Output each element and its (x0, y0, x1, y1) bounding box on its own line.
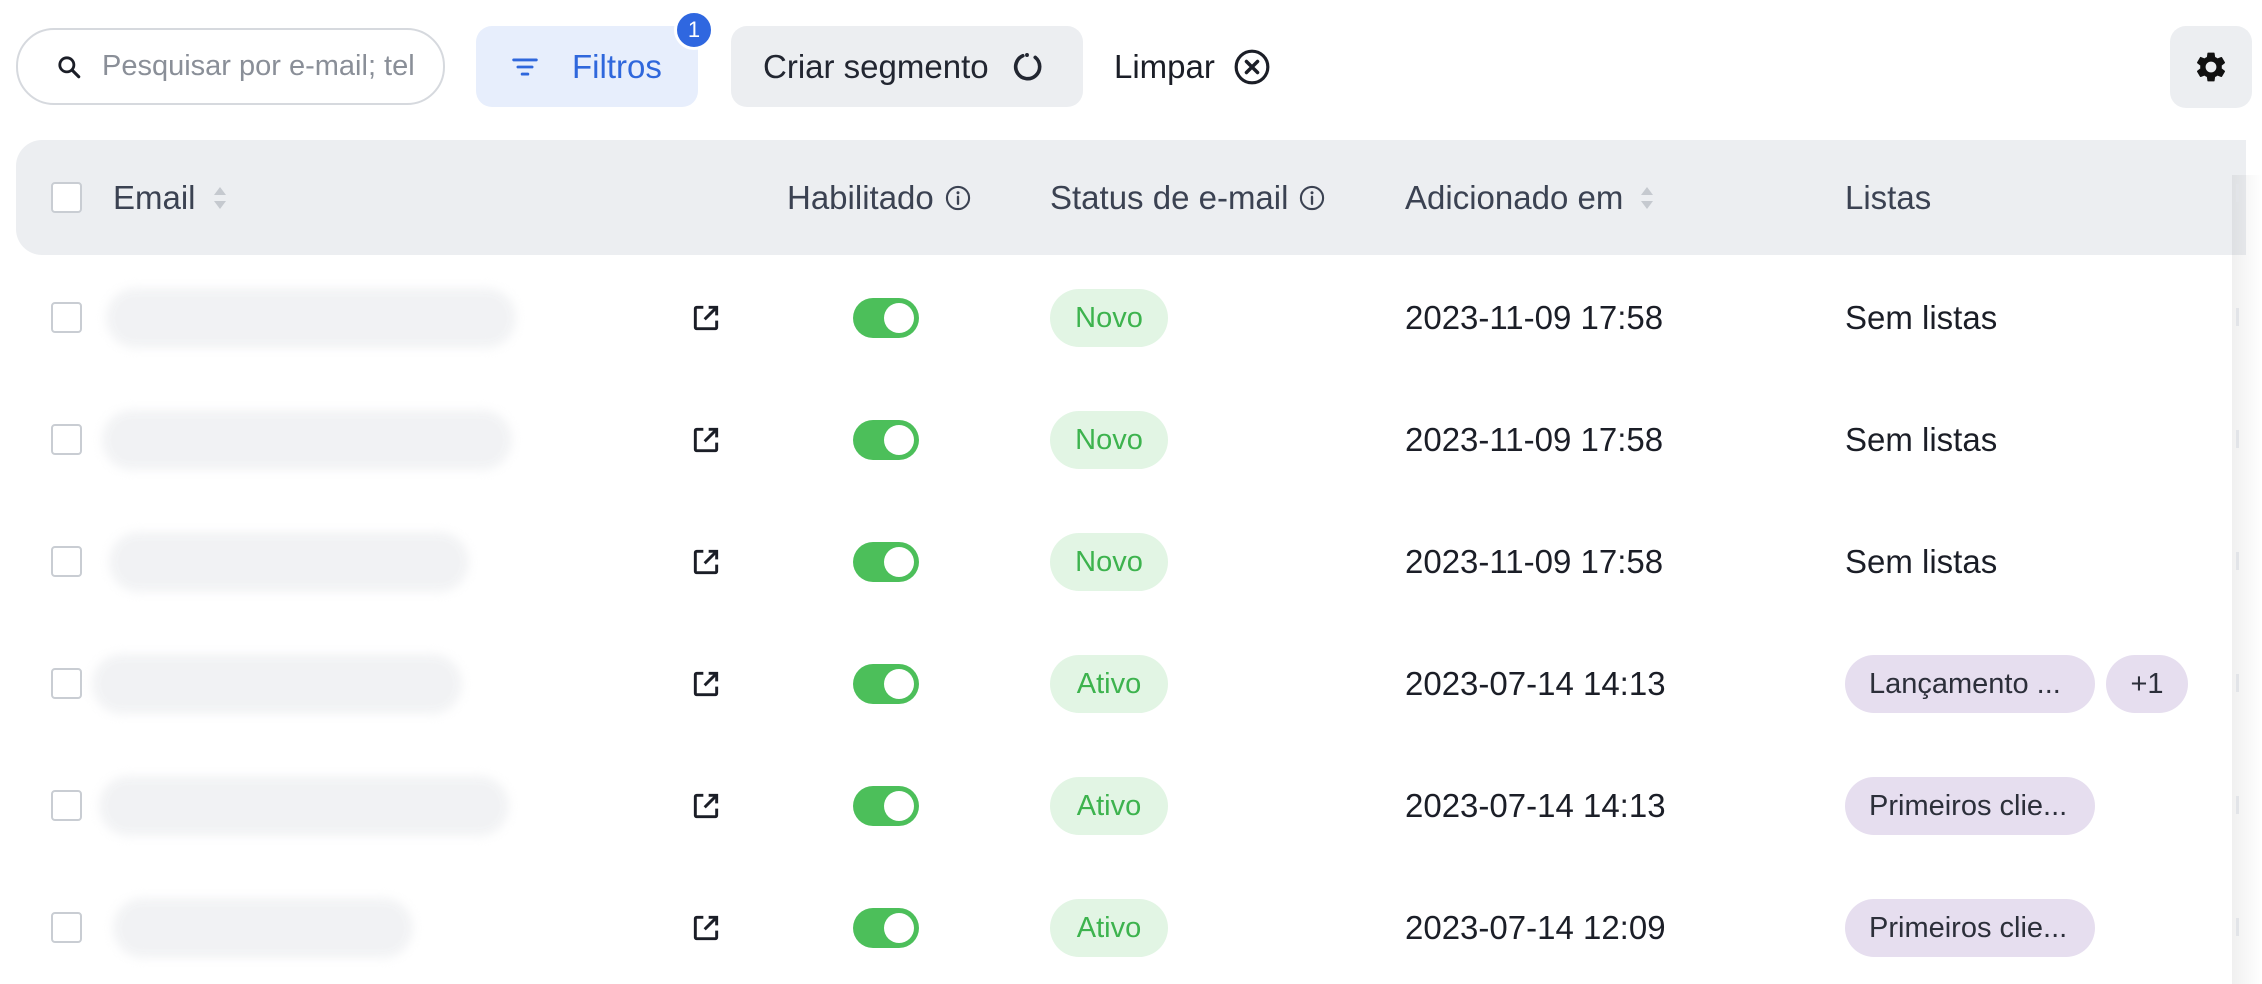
row-checkbox[interactable] (51, 546, 82, 577)
status-badge: Novo (1050, 411, 1168, 469)
email-redacted (99, 776, 509, 836)
next-column-hint (2236, 674, 2239, 692)
column-header-lists: Listas (1845, 140, 1931, 255)
column-header-added-at[interactable]: Adicionado em (1405, 140, 1655, 255)
table-header: Email Habilitado Status de e-mail Adicio… (16, 140, 2246, 255)
status-badge: Ativo (1050, 655, 1168, 713)
search-input[interactable] (102, 50, 432, 83)
enabled-toggle[interactable] (853, 786, 919, 826)
next-column-hint (2236, 796, 2239, 814)
toolbar: Filtros 1 Criar segmento Limpar (0, 0, 2262, 140)
column-header-added-at-label: Adicionado em (1405, 178, 1624, 216)
lists-value: Sem listas (1845, 543, 1998, 580)
gear-icon (2196, 52, 2226, 82)
column-header-email-status: Status de e-mail (1050, 140, 1326, 255)
column-header-lists-label: Listas (1845, 178, 1932, 216)
contacts-table: Email Habilitado Status de e-mail Adicio… (16, 140, 2246, 984)
email-redacted (109, 532, 469, 592)
table-row[interactable]: Ativo 2023-07-14 14:13 Primeiros clie... (16, 745, 2246, 867)
row-checkbox[interactable] (51, 790, 82, 821)
external-link-icon[interactable] (690, 668, 722, 700)
external-link-icon[interactable] (690, 424, 722, 456)
filters-button[interactable]: Filtros (476, 26, 698, 107)
added-date: 2023-11-09 17:58 (1405, 299, 1664, 336)
lists-value: Sem listas (1845, 421, 1998, 458)
row-checkbox[interactable] (51, 424, 82, 455)
next-column-hint (2236, 184, 2239, 202)
horizontal-scroll-shadow (2232, 175, 2262, 984)
info-circle-icon[interactable] (944, 184, 972, 212)
status-badge: Novo (1050, 289, 1168, 347)
next-column-hint (2236, 430, 2239, 448)
status-badge: Novo (1050, 533, 1168, 591)
sort-icon[interactable] (212, 185, 228, 211)
row-checkbox[interactable] (51, 912, 82, 943)
enabled-toggle[interactable] (853, 542, 919, 582)
next-column-hint (2236, 918, 2239, 936)
list-tag[interactable]: Lançamento ... (1845, 655, 2095, 713)
create-segment-label: Criar segmento (763, 47, 989, 85)
next-column-hint (2236, 552, 2239, 570)
refresh-loader-icon (1013, 52, 1042, 80)
added-date: 2023-07-14 14:13 (1405, 665, 1666, 702)
filters-count-badge: 1 (674, 10, 714, 50)
email-redacted (106, 288, 516, 348)
table-row[interactable]: Novo 2023-11-09 17:58 Sem listas (16, 257, 2246, 379)
added-date: 2023-07-14 14:13 (1405, 787, 1666, 824)
list-tag[interactable]: Primeiros clie... (1845, 899, 2095, 957)
clear-label: Limpar (1114, 47, 1215, 85)
search-box[interactable] (16, 28, 445, 105)
external-link-icon[interactable] (690, 546, 722, 578)
next-column-hint (2236, 308, 2239, 326)
row-checkbox[interactable] (51, 302, 82, 333)
filter-lines-icon (512, 58, 538, 76)
row-checkbox[interactable] (51, 668, 82, 699)
enabled-toggle[interactable] (853, 298, 919, 338)
sort-icon[interactable] (1639, 185, 1655, 211)
close-circle-icon (1234, 49, 1270, 84)
external-link-icon[interactable] (690, 302, 722, 334)
select-all-checkbox[interactable] (51, 182, 82, 213)
column-header-enabled: Habilitado (787, 140, 972, 255)
table-row[interactable]: Ativo 2023-07-14 12:09 Primeiros clie... (16, 867, 2246, 984)
column-header-email-status-label: Status de e-mail (1050, 178, 1289, 216)
list-tag[interactable]: Primeiros clie... (1845, 777, 2095, 835)
added-date: 2023-11-09 17:58 (1405, 543, 1664, 580)
email-redacted (102, 410, 512, 470)
external-link-icon[interactable] (690, 912, 722, 944)
column-header-enabled-label: Habilitado (787, 178, 934, 216)
table-row[interactable]: Novo 2023-11-09 17:58 Sem listas (16, 379, 2246, 501)
filters-label: Filtros (572, 47, 662, 85)
table-row[interactable]: Novo 2023-11-09 17:58 Sem listas (16, 501, 2246, 623)
create-segment-button[interactable]: Criar segmento (731, 26, 1083, 107)
email-redacted (92, 654, 462, 714)
enabled-toggle[interactable] (853, 664, 919, 704)
email-redacted (113, 898, 413, 958)
enabled-toggle[interactable] (853, 908, 919, 948)
clear-filters-button[interactable]: Limpar (1114, 26, 1294, 107)
added-date: 2023-11-09 17:58 (1405, 421, 1664, 458)
enabled-toggle[interactable] (853, 420, 919, 460)
status-badge: Ativo (1050, 777, 1168, 835)
table-row[interactable]: Ativo 2023-07-14 14:13 Lançamento ... +1 (16, 623, 2246, 745)
settings-button[interactable] (2170, 26, 2252, 108)
info-circle-icon[interactable] (1298, 184, 1326, 212)
added-date: 2023-07-14 12:09 (1405, 909, 1666, 946)
column-header-email-label: Email (113, 178, 196, 216)
external-link-icon[interactable] (690, 790, 722, 822)
status-badge: Ativo (1050, 899, 1168, 957)
list-tag-more[interactable]: +1 (2106, 655, 2188, 713)
column-header-email[interactable]: Email (113, 140, 228, 255)
search-icon (58, 55, 81, 78)
lists-value: Sem listas (1845, 299, 1998, 336)
